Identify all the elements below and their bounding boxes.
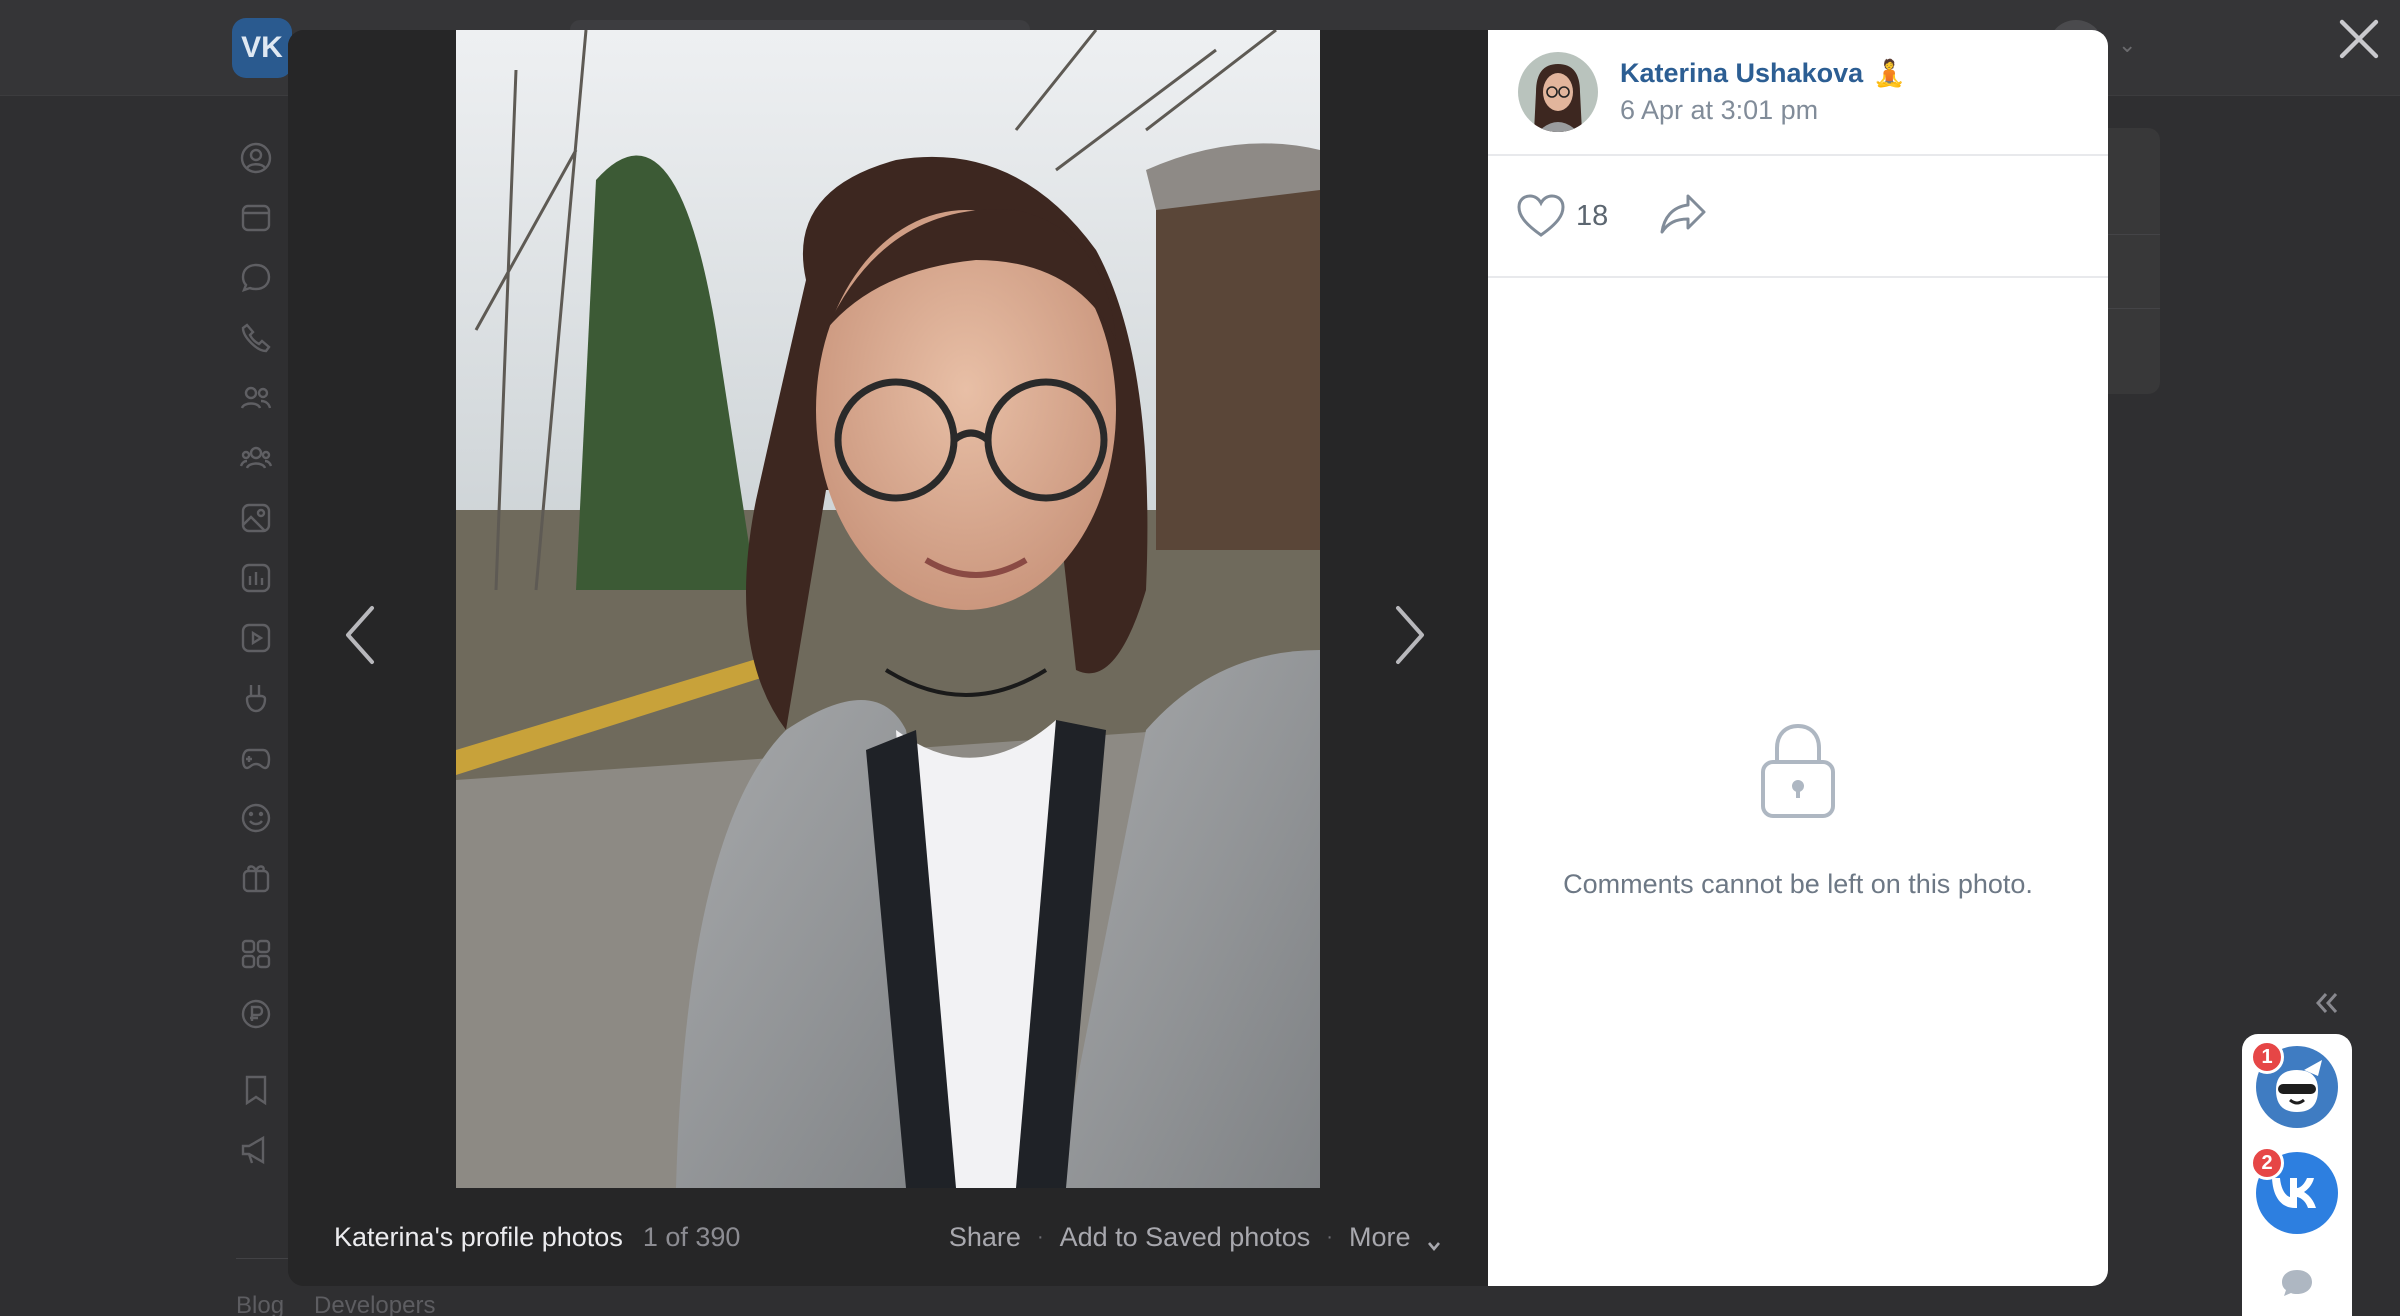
- friends-icon: [236, 378, 276, 418]
- chevron-down-icon: ⌄: [2118, 32, 2137, 57]
- vk-logo-icon: VK: [232, 18, 292, 78]
- messages-icon: [236, 258, 276, 298]
- like-button[interactable]: 18: [1516, 193, 1608, 239]
- clips-icon: [236, 678, 276, 718]
- background-footer: Blog Developers: [236, 1292, 435, 1316]
- payments-icon: [236, 994, 276, 1034]
- photos-icon: [236, 498, 276, 538]
- calls-icon: [236, 318, 276, 358]
- post-date[interactable]: 6 Apr at 3:01 pm: [1620, 95, 1905, 126]
- close-viewer-button[interactable]: [2336, 16, 2382, 62]
- chat-widget: 1 2: [2242, 1034, 2352, 1316]
- profile-icon: [236, 138, 276, 178]
- background-sidebar: [236, 138, 280, 1190]
- chevron-down-icon: [1426, 1230, 1442, 1252]
- avatar-image: [1518, 52, 1598, 132]
- close-icon: [2339, 19, 2379, 59]
- unread-badge: 1: [2250, 1040, 2284, 1074]
- photo-counter: 1 of 390: [642, 1221, 741, 1252]
- video-icon: [236, 618, 276, 658]
- previous-photo-button[interactable]: [330, 590, 390, 680]
- separator-dot: ·: [1036, 1225, 1044, 1248]
- album-name-link[interactable]: Katerina's profile photos: [334, 1222, 623, 1253]
- unread-badge: 2: [2250, 1146, 2284, 1180]
- share-arrow-icon: [1660, 194, 1706, 233]
- collapse-chats-button[interactable]: [2310, 986, 2344, 1020]
- music-icon: [236, 558, 276, 598]
- photo[interactable]: [456, 30, 1320, 1188]
- advertising-icon: [236, 1130, 276, 1170]
- more-label: More: [1348, 1221, 1411, 1252]
- share-button[interactable]: Share: [949, 1222, 1021, 1253]
- stickers-icon: [236, 798, 276, 838]
- like-count: 18: [1576, 199, 1609, 232]
- photo-info-bar: Katerina's profile photos 1 of 390 Share…: [288, 1188, 1488, 1286]
- more-button[interactable]: More: [1349, 1222, 1442, 1253]
- bookmarks-icon: [236, 1070, 276, 1110]
- chevron-left-icon: [346, 606, 374, 664]
- footer-link-blog: Blog: [236, 1292, 285, 1316]
- news-icon: [236, 198, 276, 238]
- footer-link-developers: Developers: [314, 1292, 436, 1316]
- author-name-link[interactable]: Katerina Ushakova: [1620, 58, 1863, 89]
- avatar[interactable]: [1518, 52, 1598, 132]
- add-to-saved-photos-button[interactable]: Add to Saved photos: [1060, 1222, 1311, 1253]
- comments-locked-notice: Comments cannot be left on this photo.: [1488, 720, 2108, 900]
- next-photo-button[interactable]: [1380, 590, 1440, 680]
- services-icon: [236, 934, 276, 974]
- lock-icon: [1755, 720, 1841, 820]
- chat-bubble-1[interactable]: 1: [2250, 1040, 2338, 1128]
- photo-image: [456, 30, 1320, 1188]
- photo-side-panel: Katerina Ushakova 🧘 6 Apr at 3:01 pm 18 …: [1488, 30, 2108, 1286]
- heart-icon: [1517, 194, 1565, 237]
- communities-icon: [236, 438, 276, 478]
- games-icon: [236, 738, 276, 778]
- double-chevron-left-icon: [2315, 993, 2338, 1013]
- photo-viewer-modal: Katerina's profile photos 1 of 390 Share…: [288, 30, 2108, 1286]
- author-header: Katerina Ushakova 🧘 6 Apr at 3:01 pm: [1488, 30, 2108, 156]
- share-post-button[interactable]: [1658, 192, 1708, 241]
- chat-bubble-2[interactable]: 2: [2250, 1146, 2338, 1234]
- photo-viewer: Katerina's profile photos 1 of 390 Share…: [288, 30, 1488, 1286]
- gifts-icon: [236, 858, 276, 898]
- author-status-emoji: 🧘: [1873, 58, 1906, 88]
- photo-actions: Share · Add to Saved photos · More: [949, 1222, 1442, 1253]
- separator-dot: ·: [1326, 1225, 1333, 1248]
- message-icon[interactable]: [2280, 1268, 2314, 1298]
- chevron-right-icon: [1396, 606, 1424, 664]
- reactions-bar: 18: [1488, 156, 2108, 278]
- comments-locked-text: Comments cannot be left on this photo.: [1563, 869, 2033, 899]
